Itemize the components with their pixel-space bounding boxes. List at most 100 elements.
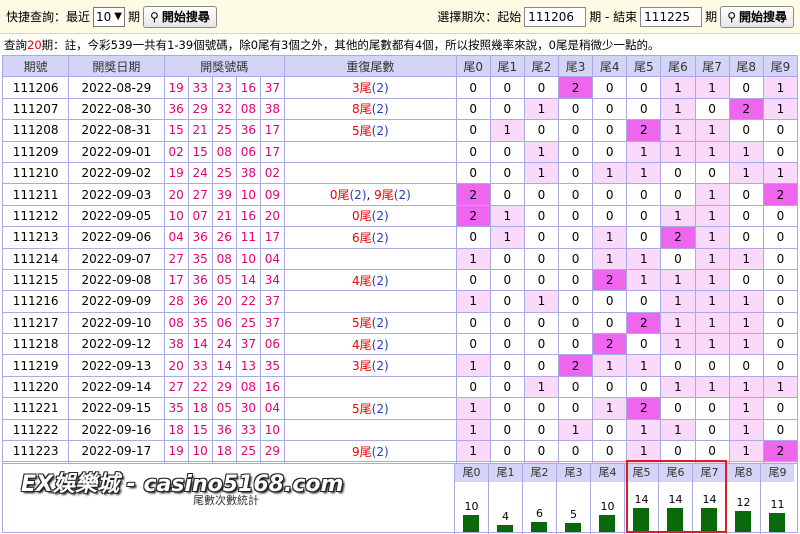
cell-number: 32 [211,97,237,121]
cell-tail-0: 0 [455,375,491,399]
cell-number: 10 [163,204,189,228]
cell-tail-5: 1 [626,354,662,377]
tail-count-bar [735,511,751,532]
cell-number: 19 [163,161,189,185]
cell-number: 30 [235,397,261,420]
cell-repeat: 9尾(2) [284,440,457,463]
tail-count-value: 10 [464,500,479,513]
tail-bar-header: 尾6 [659,464,692,482]
cell-tail-4: 1 [592,247,628,270]
cell-tail-6: 1 [660,76,696,99]
cell-tail-9: 0 [762,268,799,292]
cell-tail-6: 0 [660,161,696,185]
cell-tail-5: 0 [626,333,662,356]
cell-tail-7: 0 [694,354,730,377]
cell-tail-1: 0 [489,161,525,185]
cell-tail-6: 0 [660,183,696,206]
cell-date: 2022-09-07 [68,247,165,270]
cell-number: 21 [211,204,237,228]
cell-tail-6: 1 [660,418,696,442]
tail-bar-column-0: 尾0 10 [454,464,488,534]
tail-count-bar [599,515,615,532]
cell-tail-1: 0 [489,354,525,377]
cell-tail-6: 1 [660,375,696,399]
cell-number: 14 [211,354,237,377]
cell-number: 04 [163,226,189,249]
cell-tail-1: 0 [489,397,525,420]
cell-number: 08 [163,311,189,335]
cell-tail-4: 1 [592,226,628,249]
search-icon: ⚲ [150,9,159,24]
cell-repeat: 3尾(2) [284,76,457,99]
cell-number: 33 [187,354,213,377]
cell-number: 23 [211,76,237,99]
cell-tail-7: 1 [694,268,730,292]
cell-tail-5: 1 [626,161,662,185]
start-period-input[interactable] [524,6,587,27]
tail-bar-column-8: 尾8 12 [726,464,760,534]
cell-repeat [284,161,457,185]
tail-bar-header: 尾2 [523,464,556,482]
cell-tail-9: 0 [762,290,799,313]
cell-date: 2022-09-10 [68,311,165,335]
cell-date: 2022-08-31 [68,119,165,142]
cell-number: 04 [259,397,286,420]
cell-tail-3: 0 [558,333,594,356]
cell-tail-7: 1 [694,290,730,313]
cell-number: 29 [211,375,237,399]
cell-tail-8: 1 [728,440,764,463]
cell-tail-0: 0 [455,311,491,335]
cell-tail-3: 0 [558,119,594,142]
repeat-tail-suffix: 尾 [359,209,372,224]
cell-number: 36 [187,290,213,313]
cell-tail-8: 1 [728,397,764,420]
quick-search-button[interactable]: ⚲ 開始搜尋 [143,5,217,28]
header-tail-0: 尾0 [455,54,491,78]
cell-number: 16 [259,375,286,399]
cell-number: 37 [259,290,286,313]
cell-number: 34 [259,268,286,292]
repeat-tail: 3 [351,81,360,96]
cell-number: 20 [211,290,237,313]
cell-number: 35 [259,354,286,377]
cell-period: 111217 [1,311,70,335]
cell-period: 111209 [1,140,70,163]
cell-number: 08 [211,140,237,163]
cell-tail-4: 1 [592,161,628,185]
tail-bar-column-1: 尾1 4 [488,464,522,534]
query-note: 查詢20期：註，今彩539一共有1-39個號碼，除0尾有3個之外，其他的尾數都有… [0,36,800,54]
repeat-tail-suffix: 尾 [359,273,372,288]
repeat-count: (2) [371,359,389,374]
repeat-tail: 5 [351,401,360,416]
repeat-tail-suffix: 尾 [337,188,350,203]
cell-tail-7: 0 [694,418,730,442]
cell-number: 37 [259,76,286,99]
cell-number: 25 [211,161,237,185]
cell-number: 05 [211,268,237,292]
cell-tail-8: 0 [728,268,764,292]
header-tail-1: 尾1 [489,54,525,78]
cell-tail-9: 0 [762,226,799,249]
cell-tail-2: 0 [523,418,560,442]
table-row: 111213 2022-09-06 04 36 26 11 17 6尾(2) 0 1 0 0 1 0 2 1 0… [1,226,799,249]
cell-period: 111212 [1,204,70,228]
cell-tail-4: 0 [592,140,628,163]
end-period-input[interactable] [640,6,703,27]
recent-periods-select[interactable]: 10 ▼ [93,6,125,27]
table-row: 111222 2022-09-16 18 15 36 33 10 1 0 0 1 0 1 1 0 1 0 [1,418,799,442]
cell-tail-6: 1 [660,140,696,163]
table-row: 111219 2022-09-13 20 33 14 13 35 3尾(2) 1 0 0 2 1 1 0 0 0… [1,354,799,377]
cell-number: 10 [259,418,286,442]
cell-number: 18 [187,397,213,420]
tail-count-value: 6 [536,507,543,520]
tail-count-value: 10 [600,500,615,513]
cell-tail-7: 0 [694,97,730,121]
table-row: 111209 2022-09-01 02 15 08 06 17 0 0 1 0 0 1 1 1 1 0 [1,140,799,163]
cell-tail-3: 0 [558,140,594,163]
tail-count-value: 14 [634,493,649,506]
cell-tail-9: 0 [762,247,799,270]
repeat-count: (2) [371,102,389,117]
cell-tail-1: 1 [489,119,525,142]
cell-repeat: 6尾(2) [284,226,457,249]
range-search-button[interactable]: ⚲ 開始搜尋 [720,5,794,28]
